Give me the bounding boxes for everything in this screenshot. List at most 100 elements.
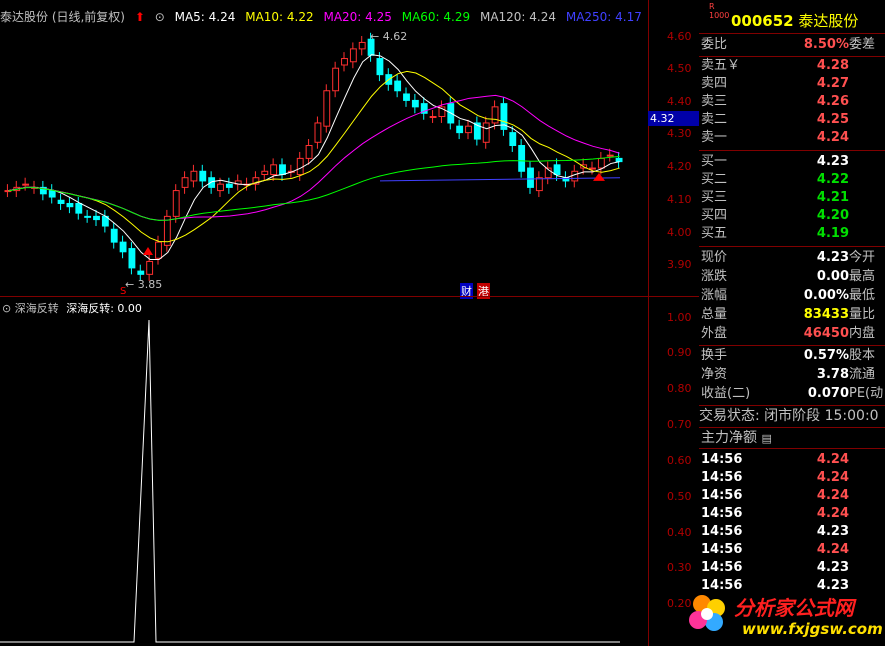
candle [465,125,472,134]
candle [606,154,614,157]
candle [137,270,145,275]
candle [48,190,56,198]
candle [429,116,437,119]
indicator-tick: 0.70 [667,418,692,431]
chart-area[interactable]: 泰达股份 (日线,前复权) ⬆ ⊙ MA5: 4.24 MA10: 4.22 M… [0,0,648,646]
price-tick: 4.40 [667,95,692,108]
stat-row: 收益(二) 0.070 PE(动 [701,386,884,401]
main-force-row[interactable]: 主力净额 ▤ [699,429,885,447]
stat-row: 净资 3.78 流通 [701,367,876,382]
ma10-line [8,70,620,243]
ma120-label: MA120: 4.24 [479,10,557,24]
tick-row: 14:56 4.24 [701,488,849,503]
candle [270,164,278,175]
ma20-label: MA20: 4.25 [323,10,392,24]
ma250-label: MA250: 4.17 [565,10,642,24]
price-tick: 4.60 [667,30,692,43]
stock-code: 000652 [731,12,794,30]
candle [332,67,340,92]
quote-panel: R 1000 000652 泰达股份 委比 8.50% 委差 卖五￥ 4.28 卖四… [699,0,885,646]
stat-row: 总量 83433 量比 [701,307,876,322]
candle [172,190,180,217]
candle [181,177,189,188]
candle [615,157,623,163]
weibi-row: 委比 8.50% 委差 [701,37,876,52]
sell-row[interactable]: 卖四 4.27 [699,75,885,93]
tick-row: 14:56 4.23 [701,524,849,539]
high-label: ← 4.62 [370,30,407,43]
ma60-label: MA60: 4.29 [401,10,471,24]
buy-row[interactable]: 买五 4.19 [699,225,885,243]
candle [527,167,534,188]
candle [217,183,224,192]
stock-name: 泰达股份 [798,12,859,30]
ma10-label: MA10: 4.22 [245,10,314,24]
candle [93,215,100,221]
up-signal-icon [593,172,605,181]
candle [261,170,269,175]
candle [84,215,92,218]
price-tick: 4.20 [667,160,692,173]
candlestick-chart[interactable]: ← 4.62 ← 3.85 [0,24,648,296]
stat-row: 涨幅 0.00% 最低 [701,288,876,303]
candle [411,99,419,108]
ma60-line [8,155,620,221]
badge-r: R 1000 [709,2,730,20]
indicator-tick: 1.00 [667,311,692,324]
list-icon[interactable]: ▤ [761,432,771,445]
candle [403,93,410,101]
price-tick: 4.00 [667,226,692,239]
indicator-tick: 0.30 [667,561,692,574]
candle [518,145,526,172]
pane-divider [0,296,648,297]
buy-row[interactable]: 买一 4.23 [699,153,885,171]
candle [66,202,74,208]
pinwheel-logo-icon [689,595,725,631]
indicator-tick: 0.50 [667,490,692,503]
candle [110,228,118,243]
tick-row: 14:56 4.24 [701,506,849,521]
up-arrow-icon: ⬆ [134,10,145,24]
tick-row: 14:56 4.24 [701,542,849,557]
settings-circle-icon[interactable]: ⊙ [155,10,165,24]
candle [305,145,313,159]
candle [456,125,464,134]
watermark-logo: 分析家公式网 www.fxjgsw.com [680,586,883,642]
buy-row[interactable]: 买三 4.21 [699,189,885,207]
price-tick: 4.30 [667,127,692,140]
candle [208,177,216,188]
price-axis: 4.60 4.50 4.40 4.30 4.20 4.10 4.00 3.90 … [648,0,700,646]
buy-row[interactable]: 买四 4.20 [699,207,885,225]
candle [394,80,402,92]
ma5-line [8,54,620,261]
candle [571,170,579,182]
candle [155,241,162,259]
candle [128,248,136,269]
candle [491,106,499,124]
price-tick: 4.10 [667,193,692,206]
candle [190,170,198,182]
sell-row[interactable]: 卖三 4.26 [699,93,885,111]
candle [376,58,384,76]
candle [119,241,127,253]
candle [323,90,331,127]
buy-row[interactable]: 买二 4.22 [699,171,885,189]
stat-row: 涨跌 0.00 最高 [701,269,876,284]
indicator-tick: 0.60 [667,454,692,467]
low-label: ← 3.85 [125,278,162,291]
sell-row[interactable]: 卖五￥ 4.28 [699,57,885,75]
price-tick: 4.50 [667,62,692,75]
stat-row: 现价 4.23 今开 [701,250,876,265]
tick-row: 14:56 4.23 [701,560,849,575]
candle [57,199,65,204]
sell-row[interactable]: 卖二 4.25 [699,111,885,129]
candle [225,183,233,188]
candle [509,132,517,147]
sell-row[interactable]: 卖一 4.24 [699,129,885,147]
indicator-line [0,319,620,643]
indicator-tick: 0.80 [667,382,692,395]
indicator-chart[interactable] [0,312,648,646]
candle [199,170,207,182]
indicator-tick: 0.40 [667,526,692,539]
candle [589,167,596,170]
